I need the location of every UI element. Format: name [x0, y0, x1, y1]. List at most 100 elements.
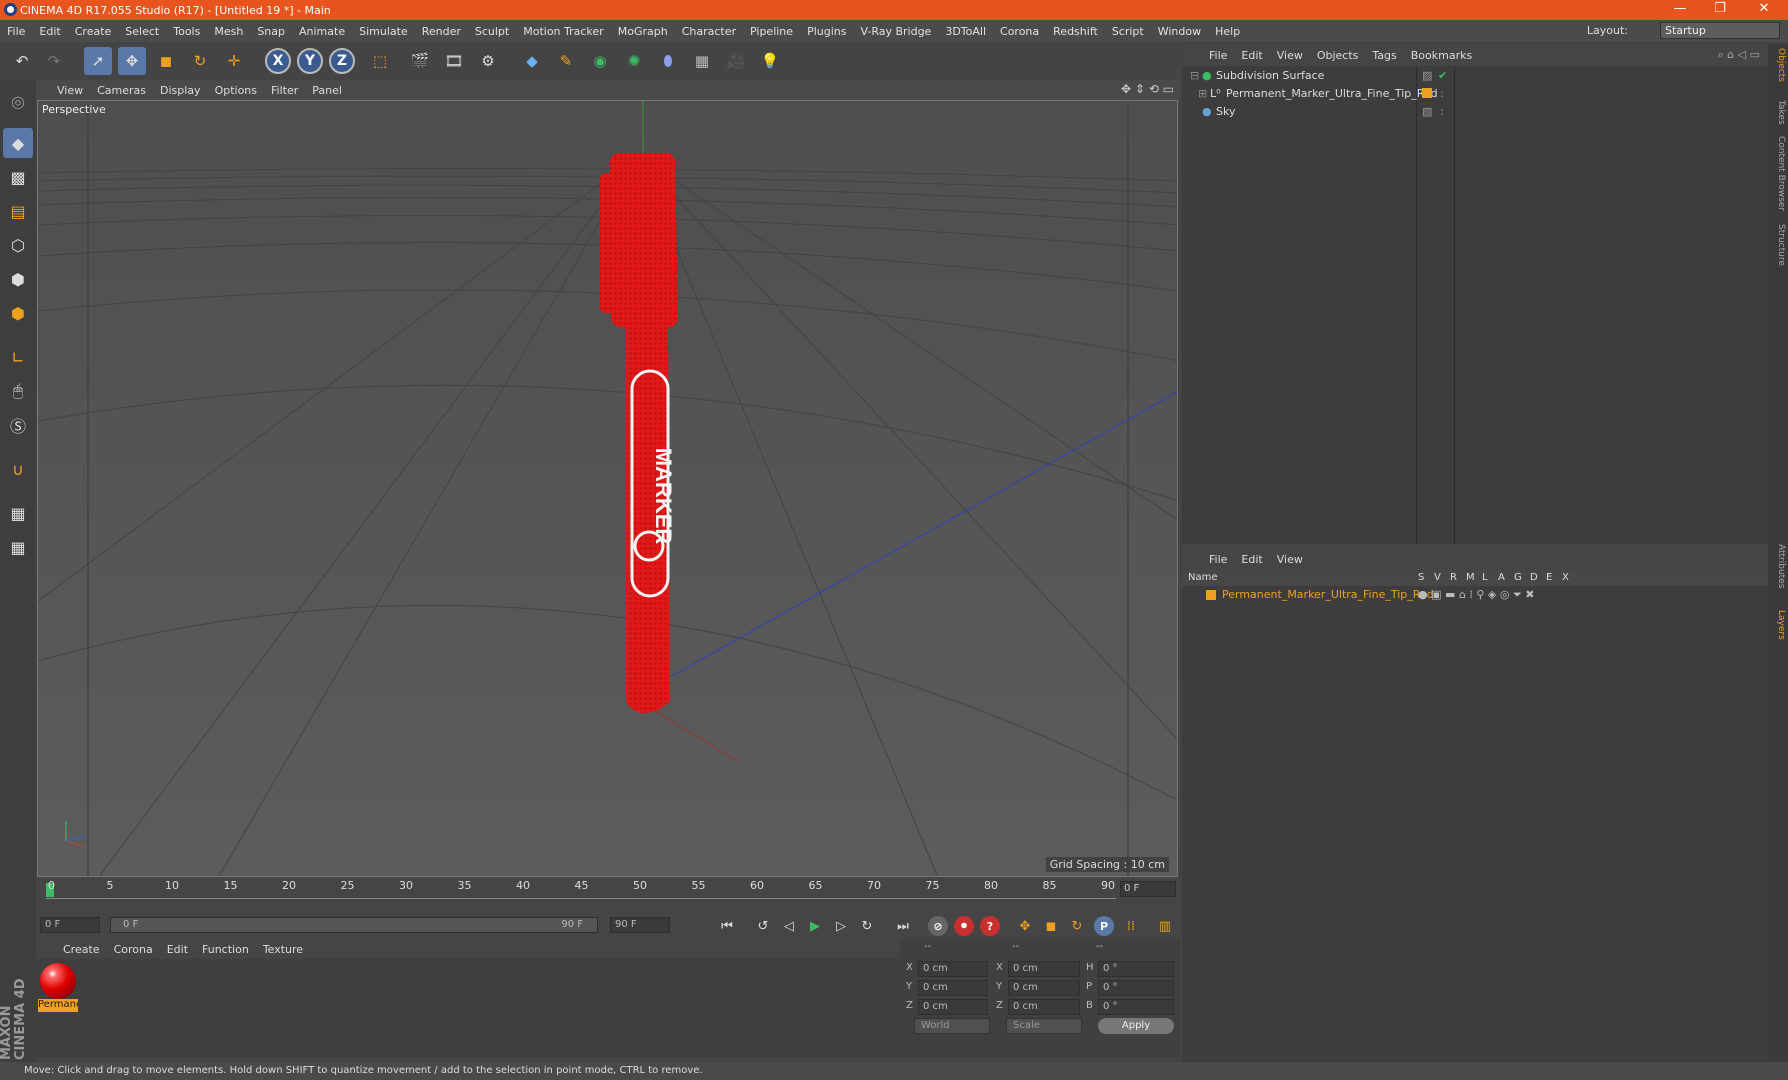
material-menu-create[interactable]: Create: [56, 943, 107, 956]
menu-pipeline[interactable]: Pipeline: [743, 25, 800, 38]
restore-button[interactable]: ❐: [1700, 0, 1740, 20]
play-icon[interactable]: ▶: [804, 916, 826, 936]
tab-attributes[interactable]: Attributes: [1770, 544, 1786, 588]
y-axis-lock-button[interactable]: Y: [297, 48, 323, 74]
enabled-check-icon[interactable]: ✔: [1438, 67, 1447, 85]
scale-tool-icon[interactable]: ◼: [152, 47, 180, 75]
floor-icon[interactable]: ▦: [688, 47, 716, 75]
menu-character[interactable]: Character: [675, 25, 743, 38]
layers-menu-file[interactable]: File: [1202, 553, 1234, 566]
viewport-menu-display[interactable]: Display: [153, 84, 208, 97]
render-settings-icon[interactable]: ⚙: [474, 47, 502, 75]
expand-icon[interactable]: ⊞: [1198, 85, 1207, 103]
size-z-field[interactable]: 0 cm: [1008, 999, 1080, 1015]
object-row[interactable]: ⊟ ● Subdivision Surface ▨ ✔: [1182, 67, 1768, 85]
position-z-field[interactable]: 0 cm: [918, 999, 988, 1015]
visibility-toggle-icon[interactable]: ▨: [1422, 103, 1432, 121]
menu-snap[interactable]: Snap: [250, 25, 292, 38]
material-menu-function[interactable]: Function: [195, 943, 256, 956]
menu-edit[interactable]: Edit: [32, 25, 67, 38]
expand-icon[interactable]: ⊟: [1190, 67, 1199, 85]
menu-create[interactable]: Create: [68, 25, 119, 38]
object-name[interactable]: Subdivision Surface: [1216, 67, 1324, 85]
viewport-navigation-icon[interactable]: ✥ ⇕ ⟲ ▭: [1121, 82, 1174, 96]
objects-menu-objects[interactable]: Objects: [1310, 49, 1366, 62]
menu-motion-tracker[interactable]: Motion Tracker: [516, 25, 610, 38]
object-name[interactable]: Sky: [1216, 103, 1235, 121]
timeline-window-icon[interactable]: ▥: [1154, 916, 1176, 936]
next-key-icon[interactable]: ↻: [856, 916, 878, 936]
menu-simulate[interactable]: Simulate: [352, 25, 415, 38]
menu-mograph[interactable]: MoGraph: [611, 25, 675, 38]
cube-object-icon[interactable]: ◆: [518, 47, 546, 75]
viewport-menu-options[interactable]: Options: [208, 84, 264, 97]
axis-mode-icon[interactable]: ∟: [3, 342, 33, 372]
solo-mode-icon[interactable]: Ⓢ: [3, 410, 33, 440]
snap-icon[interactable]: ∪: [3, 454, 33, 484]
render-view-icon[interactable]: 🎬: [406, 47, 434, 75]
objects-menu-bookmarks[interactable]: Bookmarks: [1404, 49, 1479, 62]
camera-icon[interactable]: 🎥: [722, 47, 750, 75]
viewport-menu-cameras[interactable]: Cameras: [90, 84, 153, 97]
polygons-mode-icon[interactable]: ⬢: [3, 298, 33, 328]
cloner-icon[interactable]: ✺: [620, 47, 648, 75]
layers-menu-edit[interactable]: Edit: [1234, 553, 1269, 566]
menu-render[interactable]: Render: [415, 25, 468, 38]
model-mode-icon[interactable]: ◆: [3, 128, 33, 158]
previous-frame-icon[interactable]: ◁: [778, 916, 800, 936]
menu-select[interactable]: Select: [118, 25, 166, 38]
tab-takes[interactable]: Takes: [1770, 100, 1786, 125]
recent-tool-icon[interactable]: ✛: [220, 47, 248, 75]
objects-menu-view[interactable]: View: [1270, 49, 1310, 62]
coordinate-system-icon[interactable]: ⬚: [366, 47, 394, 75]
menu-vray-bridge[interactable]: V-Ray Bridge: [853, 25, 938, 38]
motion-record-icon[interactable]: ⊘: [928, 916, 948, 936]
layer-toggles-icon[interactable]: ● ▣ ▬ ⌂ ⁞ ⚲ ◈ ◎ ⏷ ✖: [1418, 587, 1534, 603]
current-frame-field[interactable]: 0 F: [1120, 881, 1176, 897]
object-row[interactable]: ⊞ L⁰ Permanent_Marker_Ultra_Fine_Tip_Red…: [1182, 85, 1768, 103]
menu-3dtoall[interactable]: 3DToAll: [938, 25, 993, 38]
objects-menu-file[interactable]: File: [1202, 49, 1234, 62]
render-picture-viewer-icon[interactable]: 🎞: [440, 47, 468, 75]
menu-help[interactable]: Help: [1208, 25, 1247, 38]
layout-select[interactable]: Startup: [1660, 22, 1780, 39]
menu-mesh[interactable]: Mesh: [207, 25, 250, 38]
pen-spline-icon[interactable]: ✎: [552, 47, 580, 75]
close-button[interactable]: ✕: [1744, 0, 1784, 20]
menu-sculpt[interactable]: Sculpt: [468, 25, 516, 38]
deformer-icon[interactable]: ⬮: [654, 47, 682, 75]
layer-color-tag[interactable]: [1422, 88, 1432, 98]
perspective-viewport[interactable]: MARKER Perspective Grid Spacing : 10 cm: [37, 100, 1178, 877]
texture-mode-icon[interactable]: ▩: [3, 162, 33, 192]
key-param-icon[interactable]: P: [1094, 916, 1114, 936]
viewport-menu-view[interactable]: View: [50, 84, 90, 97]
visibility-toggle-icon[interactable]: ▨: [1422, 67, 1432, 85]
points-mode-icon[interactable]: ⬡: [3, 230, 33, 260]
planar-workplane-icon[interactable]: ▦: [3, 532, 33, 562]
light-icon[interactable]: 💡: [756, 47, 784, 75]
subdivision-surface-icon[interactable]: ◉: [586, 47, 614, 75]
material-menu-corona[interactable]: Corona: [107, 943, 160, 956]
end-frame-field[interactable]: 90 F: [610, 917, 670, 933]
size-x-field[interactable]: 0 cm: [1008, 961, 1080, 977]
viewport-menu-filter[interactable]: Filter: [264, 84, 305, 97]
layer-row[interactable]: Permanent_Marker_Ultra_Fine_Tip_Red ● ▣ …: [1182, 587, 1768, 603]
tab-objects[interactable]: Objects: [1770, 48, 1786, 82]
rotate-tool-icon[interactable]: ↻: [186, 47, 214, 75]
coordinate-space-dropdown[interactable]: World: [914, 1018, 990, 1034]
position-y-field[interactable]: 0 cm: [918, 980, 988, 996]
menu-plugins[interactable]: Plugins: [800, 25, 853, 38]
object-manager-search-icon[interactable]: ⌕ ⌂ ◁ ▭: [1718, 48, 1761, 62]
tab-layers[interactable]: Layers: [1770, 610, 1786, 640]
workplane-mode-icon[interactable]: ▤: [3, 196, 33, 226]
object-row[interactable]: ● Sky ▨ :: [1182, 103, 1768, 121]
menu-script[interactable]: Script: [1105, 25, 1151, 38]
position-x-field[interactable]: 0 cm: [918, 961, 988, 977]
key-rotation-icon[interactable]: ↻: [1066, 916, 1088, 936]
x-axis-lock-button[interactable]: X: [265, 48, 291, 74]
menu-corona[interactable]: Corona: [993, 25, 1046, 38]
tab-content-browser[interactable]: Content Browser: [1770, 136, 1786, 211]
material-preview[interactable]: [40, 963, 76, 999]
z-axis-lock-button[interactable]: Z: [329, 48, 355, 74]
tab-structure[interactable]: Structure: [1770, 224, 1786, 266]
